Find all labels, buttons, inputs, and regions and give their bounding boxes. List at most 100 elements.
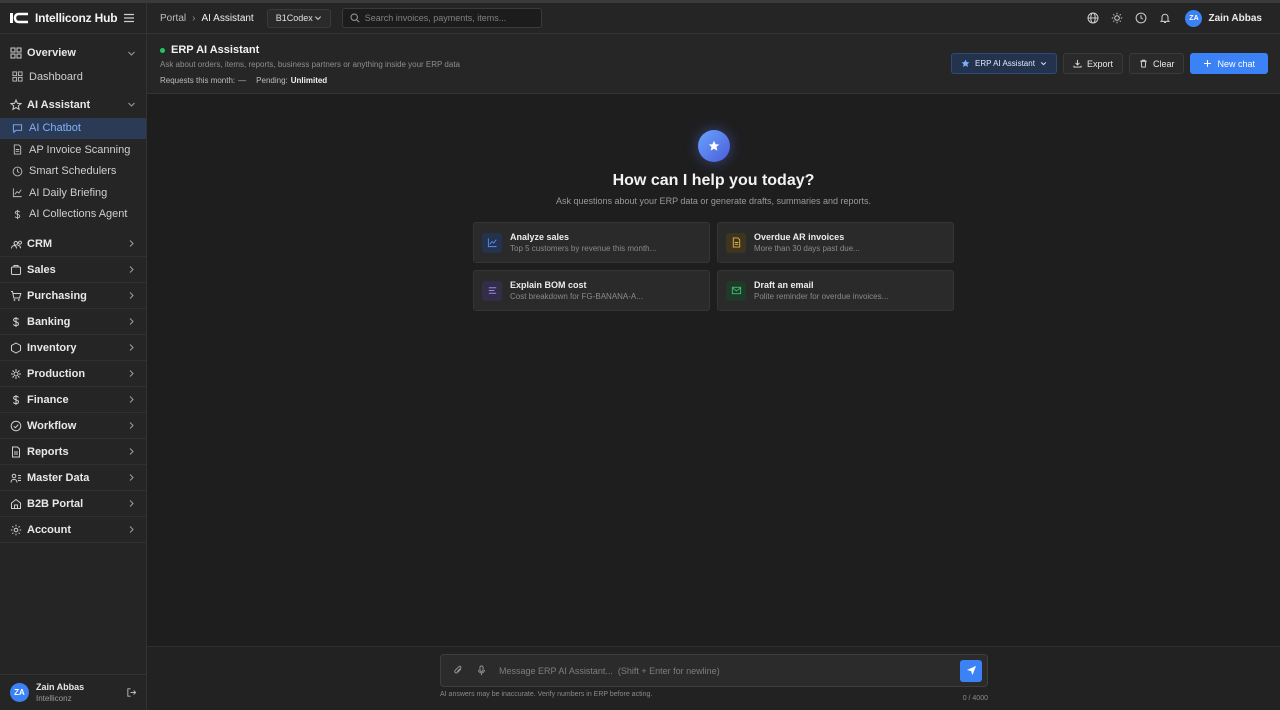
sun-icon[interactable] <box>1111 12 1123 24</box>
download-icon <box>1073 59 1082 68</box>
suggestion-cards: Analyze sales Top 5 customers by revenue… <box>473 222 954 311</box>
sidebar-section-workflow[interactable]: Workflow <box>0 413 146 439</box>
sidebar-item-label: AP Invoice Scanning <box>29 143 131 156</box>
logout-icon[interactable] <box>126 687 137 698</box>
sidebar-section-account[interactable]: Account <box>0 517 146 543</box>
chevron-down-icon <box>314 14 322 22</box>
model-selector-button[interactable]: ERP AI Assistant <box>951 53 1057 74</box>
suggestion-subtitle: More than 30 days past due... <box>754 243 860 253</box>
pending-value: Unlimited <box>290 76 328 85</box>
message-composer <box>440 654 988 687</box>
message-input[interactable] <box>499 665 960 676</box>
paperclip-icon[interactable] <box>453 665 464 676</box>
sidebar-section-overview[interactable]: Overview <box>0 40 146 66</box>
chevron-right-icon <box>127 525 136 534</box>
sidebar-section-label: Overview <box>27 47 76 59</box>
suggestion-title: Analyze sales <box>510 231 570 242</box>
purchasing-icon <box>10 290 22 302</box>
sidebar-section-purchasing[interactable]: Purchasing <box>0 283 146 309</box>
sidebar-user-footer: ZA Zain Abbas Intelliconz <box>0 674 147 710</box>
chevron-right-icon <box>127 499 136 508</box>
chevron-right-icon <box>127 395 136 404</box>
production-icon <box>10 368 22 380</box>
document-icon <box>726 232 746 253</box>
crm-icon <box>10 238 22 250</box>
sidebar-section-ai-assistant[interactable]: AI Assistant <box>0 92 146 118</box>
suggestion-card-explain-bom[interactable]: Explain BOM cost Cost breakdown for FG-B… <box>473 270 710 311</box>
export-label: Export <box>1086 58 1113 69</box>
sidebar-section-label: B2B Portal <box>27 497 84 510</box>
sidebar-section-master-data[interactable]: Master Data <box>0 465 146 491</box>
chevron-right-icon <box>127 265 136 274</box>
avatar[interactable]: ZA <box>10 683 29 702</box>
chevron-right-icon <box>127 291 136 300</box>
topbar-user-menu[interactable]: ZA Zain Abbas <box>1185 9 1262 27</box>
suggestion-card-overdue-ar[interactable]: Overdue AR invoices More than 30 days pa… <box>717 222 954 263</box>
chevron-right-icon <box>127 369 136 378</box>
inventory-icon <box>10 341 22 354</box>
master-data-icon <box>10 472 22 484</box>
clear-button[interactable]: Clear <box>1128 53 1185 74</box>
sidebar-section-reports[interactable]: Reports <box>0 439 146 465</box>
sidebar-section-b2b-portal[interactable]: B2B Portal <box>0 491 146 517</box>
sidebar-section-label: Banking <box>27 315 71 328</box>
send-button[interactable] <box>960 659 982 682</box>
sidebar-section-label: Master Data <box>27 471 90 484</box>
sidebar-section-inventory[interactable]: Inventory <box>0 335 146 361</box>
sidebar-section-banking[interactable]: Banking <box>0 309 146 335</box>
history-clock-icon[interactable] <box>1135 12 1147 24</box>
brand-logo-icon <box>10 11 30 25</box>
requests-label: Requests this month: <box>160 76 236 85</box>
globe-icon[interactable] <box>1087 12 1099 24</box>
account-icon <box>10 524 22 536</box>
sidebar-section-label: Inventory <box>27 341 77 354</box>
brand[interactable]: Intelliconz Hub <box>0 3 146 34</box>
topbar-user-name: Zain Abbas <box>1208 12 1262 24</box>
dollar-icon <box>12 209 23 220</box>
topbar: Portal › AI Assistant B1Codex ZA Zain Ab… <box>147 3 1280 34</box>
sidebar-section-label: Account <box>27 523 71 536</box>
sidebar-section-label: Production <box>27 367 86 380</box>
grid-icon <box>10 47 22 59</box>
character-counter: 0 / 4000 <box>962 695 988 702</box>
bell-icon[interactable] <box>1159 12 1171 24</box>
sidebar-section-production[interactable]: Production <box>0 361 146 387</box>
sidebar: Intelliconz Hub Overview Dashboard AI As… <box>0 3 147 710</box>
sidebar-section-sales[interactable]: Sales <box>0 257 146 283</box>
reports-icon <box>10 446 22 458</box>
sidebar-nav: Overview Dashboard AI Assistant AI Chatb… <box>0 34 146 543</box>
microphone-icon[interactable] <box>476 665 487 676</box>
menu-toggle-icon[interactable] <box>122 11 136 25</box>
sidebar-section-finance[interactable]: Finance <box>0 387 146 413</box>
hero-subtitle: Ask questions about your ERP data or gen… <box>556 196 871 206</box>
plus-icon <box>1203 59 1212 68</box>
chevron-right-icon <box>127 317 136 326</box>
status-dot <box>160 47 165 53</box>
page-title-text: ERP AI Assistant <box>171 44 260 56</box>
sidebar-item-ai-chatbot[interactable]: AI Chatbot <box>0 117 146 139</box>
suggestion-card-draft-email[interactable]: Draft an email Polite reminder for overd… <box>717 270 954 311</box>
clear-label: Clear <box>1152 58 1175 69</box>
suggestion-card-analyze-sales[interactable]: Analyze sales Top 5 customers by revenue… <box>473 222 710 263</box>
sidebar-section-crm[interactable]: CRM <box>0 231 146 257</box>
sidebar-item-ap-invoice-scanning[interactable]: AP Invoice Scanning <box>0 139 146 161</box>
sidebar-item-dashboard[interactable]: Dashboard <box>0 66 146 88</box>
sidebar-item-ai-collections-agent[interactable]: AI Collections Agent <box>0 204 146 226</box>
breadcrumb-portal[interactable]: Portal <box>160 13 186 24</box>
new-chat-button[interactable]: New chat <box>1190 53 1268 74</box>
chat-main: How can I help you today? Ask questions … <box>147 94 1280 646</box>
model-selector-label: ERP AI Assistant <box>975 59 1035 68</box>
clock-icon <box>12 166 23 177</box>
composer-area: AI answers may be inaccurate. Verify num… <box>147 646 1280 710</box>
company-selector[interactable]: B1Codex <box>266 8 331 28</box>
sidebar-section-label: Finance <box>27 393 69 406</box>
chevron-down-icon <box>127 100 136 109</box>
search-input[interactable] <box>364 13 534 23</box>
export-button[interactable]: Export <box>1062 53 1123 74</box>
chevron-right-icon <box>127 239 136 248</box>
suggestion-subtitle: Polite reminder for overdue invoices... <box>754 291 889 301</box>
page-title: ERP AI Assistant <box>160 44 259 56</box>
sidebar-item-smart-schedulers[interactable]: Smart Schedulers <box>0 161 146 183</box>
sidebar-item-ai-daily-briefing[interactable]: AI Daily Briefing <box>0 182 146 204</box>
sidebar-section-label: Sales <box>27 263 56 276</box>
